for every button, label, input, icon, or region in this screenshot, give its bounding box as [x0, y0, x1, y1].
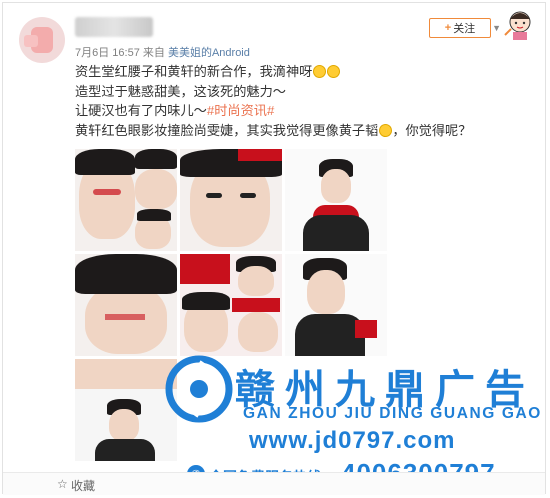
watermark-pinyin: GAN ZHOU JIU DING GUANG GAO: [243, 405, 542, 422]
username-blurred[interactable]: [75, 17, 153, 37]
plus-icon: +: [444, 22, 452, 34]
follow-label: 关注: [453, 23, 476, 35]
photo-thumbnail[interactable]: [180, 254, 282, 356]
photo-thumbnail[interactable]: [285, 149, 387, 251]
watermark-url: www.jd0797.com: [249, 427, 456, 454]
laugh-cry-emoji-icon: [313, 65, 327, 78]
post-line-3: 让硬汉也有了内味儿～: [75, 103, 207, 118]
chevron-down-icon[interactable]: ▼: [492, 23, 501, 33]
cartoon-sticker-icon: [504, 11, 531, 40]
photo-thumbnail[interactable]: [285, 254, 387, 356]
photo-thumbnail[interactable]: [75, 359, 177, 461]
photo-thumbnail[interactable]: [75, 254, 177, 356]
post-device[interactable]: 美美姐的Android: [168, 47, 250, 59]
post-line-4: 黄轩红色眼影妆撞脸尚雯婕，其实我觉得更像黄子韬: [75, 122, 379, 138]
via-label: 来自: [142, 47, 165, 59]
post-meta: 7月6日 16:57 来自 美美姐的Android: [75, 44, 250, 60]
post-footer: ☆ 收藏: [3, 472, 545, 495]
smile-emoji-icon: [379, 123, 393, 137]
photo-thumbnail[interactable]: [75, 149, 177, 251]
post-timestamp[interactable]: 7月6日 16:57: [75, 47, 140, 59]
post-line-1: 资生堂红腰子和黄轩的新合作，我滴神呀: [75, 64, 313, 79]
bookmark-button[interactable]: 收藏: [71, 477, 95, 494]
post-body: 资生堂红腰子和黄轩的新合作，我滴神呀 造型过于魅惑甜美，这该死的魅力～ 让硬汉也…: [75, 62, 535, 140]
topic-link[interactable]: #时尚资讯#: [207, 103, 274, 118]
brand-logo-icon: [165, 355, 233, 423]
avatar[interactable]: [19, 17, 65, 63]
laugh-cry-emoji-icon: [327, 65, 341, 78]
bookmark-icon[interactable]: ☆: [57, 477, 68, 491]
weibo-post-card: 7月6日 16:57 来自 美美姐的Android + 关注 ▼ 资生堂红腰子和…: [2, 2, 546, 495]
photo-thumbnail[interactable]: [180, 149, 282, 251]
follow-button[interactable]: + 关注: [429, 18, 491, 38]
post-line-5: ，你觉得呢？: [392, 122, 472, 138]
post-line-2: 造型过于魅惑甜美，这该死的魅力～: [75, 83, 286, 99]
